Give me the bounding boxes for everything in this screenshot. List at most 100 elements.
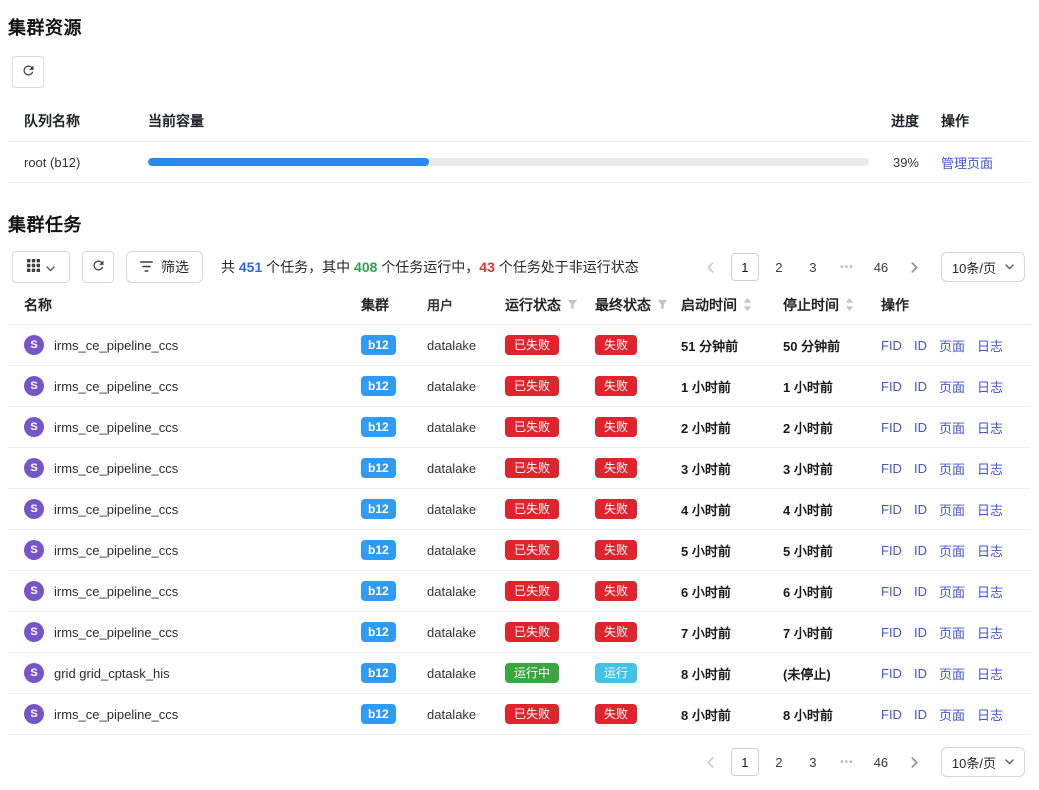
action-link-fid[interactable]: FID bbox=[881, 584, 902, 599]
action-link-id[interactable]: ID bbox=[914, 502, 927, 517]
filter-funnel-icon[interactable] bbox=[567, 299, 578, 310]
pagination-page-1[interactable]: 1 bbox=[731, 253, 759, 281]
action-link-log[interactable]: 日志 bbox=[977, 418, 1003, 437]
action-link-page[interactable]: 页面 bbox=[939, 459, 965, 478]
task-table-body: S irms_ce_pipeline_ccs b12 datalake 已失败 … bbox=[8, 325, 1031, 735]
task-cluster-cell: b12 bbox=[361, 663, 427, 683]
task-name: irms_ce_pipeline_ccs bbox=[54, 338, 178, 353]
resources-refresh-button[interactable] bbox=[12, 56, 44, 88]
cluster-badge: b12 bbox=[361, 622, 396, 642]
refresh-icon bbox=[21, 63, 36, 81]
action-link-log[interactable]: 日志 bbox=[977, 582, 1003, 601]
sort-icon[interactable] bbox=[845, 298, 854, 311]
action-link-id[interactable]: ID bbox=[914, 420, 927, 435]
pagination-page-46[interactable]: 46 bbox=[867, 253, 895, 281]
layout-grid-dropdown-button[interactable] bbox=[12, 251, 70, 283]
action-link-fid[interactable]: FID bbox=[881, 461, 902, 476]
action-link-fid[interactable]: FID bbox=[881, 338, 902, 353]
task-name: irms_ce_pipeline_ccs bbox=[54, 707, 178, 722]
action-link-page[interactable]: 页面 bbox=[939, 623, 965, 642]
task-name-cell: S irms_ce_pipeline_ccs bbox=[8, 376, 361, 396]
summary-text: 个任务，其中 bbox=[262, 259, 354, 275]
action-link-fid[interactable]: FID bbox=[881, 625, 902, 640]
action-link-id[interactable]: ID bbox=[914, 338, 927, 353]
task-name-cell: S irms_ce_pipeline_ccs bbox=[8, 704, 361, 724]
page-size-select[interactable]: 10条/页 bbox=[941, 252, 1025, 282]
action-link-fid[interactable]: FID bbox=[881, 707, 902, 722]
final-status-badge: 失败 bbox=[595, 458, 637, 478]
pagination-page-2[interactable]: 2 bbox=[765, 748, 793, 776]
pagination-page-3[interactable]: 3 bbox=[799, 253, 827, 281]
table-row: S irms_ce_pipeline_ccs b12 datalake 已失败 … bbox=[8, 448, 1031, 489]
pagination-next-button[interactable] bbox=[901, 748, 929, 776]
task-final-status-cell: 失败 bbox=[595, 704, 681, 724]
refresh-icon bbox=[91, 258, 106, 276]
pagination-prev-button[interactable] bbox=[697, 748, 725, 776]
tasks-refresh-button[interactable] bbox=[82, 251, 114, 283]
start-time: 7 小时前 bbox=[681, 623, 783, 642]
start-time: 4 小时前 bbox=[681, 500, 783, 519]
action-link-id[interactable]: ID bbox=[914, 543, 927, 558]
action-link-page[interactable]: 页面 bbox=[939, 336, 965, 355]
pagination-page-1[interactable]: 1 bbox=[731, 748, 759, 776]
page-size-select[interactable]: 10条/页 bbox=[941, 747, 1025, 777]
task-run-status-cell: 已失败 bbox=[505, 704, 595, 724]
pagination-page-2[interactable]: 2 bbox=[765, 253, 793, 281]
progress-bar bbox=[148, 158, 869, 166]
action-link-log[interactable]: 日志 bbox=[977, 623, 1003, 642]
action-link-page[interactable]: 页面 bbox=[939, 582, 965, 601]
action-link-page[interactable]: 页面 bbox=[939, 418, 965, 437]
pagination-prev-button[interactable] bbox=[697, 253, 725, 281]
action-link-log[interactable]: 日志 bbox=[977, 336, 1003, 355]
action-link-log[interactable]: 日志 bbox=[977, 664, 1003, 683]
filter-button-label: 筛选 bbox=[161, 257, 189, 277]
action-link-id[interactable]: ID bbox=[914, 379, 927, 394]
column-header-start-time: 启动时间 bbox=[681, 295, 783, 315]
action-link-id[interactable]: ID bbox=[914, 584, 927, 599]
action-link-page[interactable]: 页面 bbox=[939, 377, 965, 396]
action-link-page[interactable]: 页面 bbox=[939, 541, 965, 560]
action-link-fid[interactable]: FID bbox=[881, 543, 902, 558]
action-link-log[interactable]: 日志 bbox=[977, 500, 1003, 519]
start-time: 51 分钟前 bbox=[681, 336, 783, 355]
action-link-page[interactable]: 页面 bbox=[939, 705, 965, 724]
page: 集群资源 队列名称 当前容量 进度 操作 root (b12) 39% 管理页面… bbox=[0, 0, 1039, 777]
action-link-log[interactable]: 日志 bbox=[977, 541, 1003, 560]
task-final-status-cell: 运行 bbox=[595, 663, 681, 683]
sort-icon[interactable] bbox=[743, 298, 752, 311]
manage-page-link[interactable]: 管理页面 bbox=[941, 153, 993, 172]
action-link-page[interactable]: 页面 bbox=[939, 500, 965, 519]
action-link-fid[interactable]: FID bbox=[881, 666, 902, 681]
task-final-status-cell: 失败 bbox=[595, 499, 681, 519]
run-status-badge: 已失败 bbox=[505, 499, 559, 519]
pagination-next-button[interactable] bbox=[901, 253, 929, 281]
pagination-page-3[interactable]: 3 bbox=[799, 748, 827, 776]
action-link-log[interactable]: 日志 bbox=[977, 459, 1003, 478]
column-header-capacity: 当前容量 bbox=[148, 111, 869, 131]
pagination-ellipsis[interactable]: ••• bbox=[833, 253, 861, 281]
chevron-left-icon bbox=[706, 757, 715, 768]
action-link-id[interactable]: ID bbox=[914, 461, 927, 476]
action-link-fid[interactable]: FID bbox=[881, 379, 902, 394]
page-size-label: 10条/页 bbox=[952, 258, 996, 277]
action-link-log[interactable]: 日志 bbox=[977, 705, 1003, 724]
final-status-badge: 失败 bbox=[595, 376, 637, 396]
pagination-ellipsis[interactable]: ••• bbox=[833, 748, 861, 776]
row-actions: FID ID 页面日志 bbox=[881, 377, 1031, 396]
start-time: 8 小时前 bbox=[681, 664, 783, 683]
task-summary: 共 451 个任务，其中 408 个任务运行中，43 个任务处于非运行状态 bbox=[221, 257, 639, 277]
chevron-left-icon bbox=[706, 262, 715, 273]
action-link-id[interactable]: ID bbox=[914, 707, 927, 722]
action-link-page[interactable]: 页面 bbox=[939, 664, 965, 683]
filter-button[interactable]: 筛选 bbox=[126, 251, 203, 283]
action-link-id[interactable]: ID bbox=[914, 625, 927, 640]
column-header-run-status-label: 运行状态 bbox=[505, 295, 561, 315]
pagination-page-46[interactable]: 46 bbox=[867, 748, 895, 776]
action-link-log[interactable]: 日志 bbox=[977, 377, 1003, 396]
filter-funnel-icon[interactable] bbox=[657, 299, 668, 310]
cluster-badge: b12 bbox=[361, 663, 396, 683]
queue-capacity-cell bbox=[148, 158, 869, 166]
action-link-fid[interactable]: FID bbox=[881, 502, 902, 517]
action-link-fid[interactable]: FID bbox=[881, 420, 902, 435]
action-link-id[interactable]: ID bbox=[914, 666, 927, 681]
